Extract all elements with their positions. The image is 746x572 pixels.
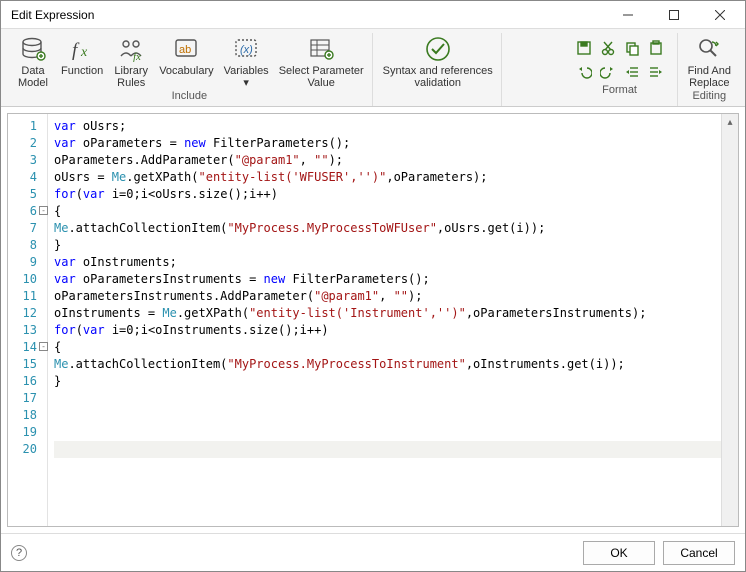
line-number-gutter: 123456-7891011121314-151617181920 <box>8 114 48 526</box>
save-button[interactable] <box>573 37 595 59</box>
database-icon <box>17 35 49 63</box>
vertical-scrollbar[interactable]: ▴ <box>721 114 738 526</box>
ribbon-toolbar: Data Model fx Function fx Library Rules … <box>1 29 745 107</box>
line-number: 10 <box>8 271 47 288</box>
help-icon[interactable]: ? <box>11 545 27 561</box>
code-line[interactable]: var oInstruments; <box>54 254 732 271</box>
variables-button[interactable]: (x) Variables ▾ <box>220 33 273 89</box>
line-number: 12 <box>8 305 47 322</box>
group-label-editing: Editing <box>684 89 735 104</box>
undo-button[interactable] <box>573 61 595 83</box>
paste-button[interactable] <box>645 37 667 59</box>
code-line[interactable]: oInstruments = Me.getXPath("entity-list(… <box>54 305 732 322</box>
code-line[interactable]: oParameters.AddParameter("@param1", ""); <box>54 152 732 169</box>
window-title: Edit Expression <box>11 8 605 22</box>
code-line[interactable]: { <box>54 339 732 356</box>
dialog-footer: ? OK Cancel <box>1 533 745 571</box>
code-line[interactable]: var oUsrs; <box>54 118 732 135</box>
library-rules-button[interactable]: fx Library Rules <box>109 33 153 89</box>
ribbon-group-include: Data Model fx Function fx Library Rules … <box>7 33 373 106</box>
group-label-include: Include <box>11 89 368 104</box>
code-line[interactable]: for(var i=0;i<oUsrs.size();i++) <box>54 186 732 203</box>
find-replace-button[interactable]: Find And Replace <box>684 33 735 89</box>
syntax-validation-button[interactable]: Syntax and references validation <box>379 33 497 89</box>
code-line[interactable] <box>54 407 732 424</box>
fold-toggle-icon[interactable]: - <box>39 206 48 215</box>
code-line[interactable] <box>54 424 732 441</box>
copy-button[interactable] <box>621 37 643 59</box>
line-number: 7 <box>8 220 47 237</box>
parameter-icon <box>305 35 337 63</box>
code-line[interactable]: { <box>54 203 732 220</box>
line-number: 2 <box>8 135 47 152</box>
svg-text:ab: ab <box>179 44 191 56</box>
fold-toggle-icon[interactable]: - <box>39 342 48 351</box>
code-line[interactable]: } <box>54 237 732 254</box>
line-number: 16 <box>8 373 47 390</box>
cut-button[interactable] <box>597 37 619 59</box>
line-number: 3 <box>8 152 47 169</box>
outdent-button[interactable] <box>621 61 643 83</box>
svg-text:(x): (x) <box>240 44 253 56</box>
check-icon <box>422 35 454 63</box>
line-number: 1 <box>8 118 47 135</box>
maximize-button[interactable] <box>651 1 697 29</box>
code-line[interactable]: for(var i=0;i<oInstruments.size();i++) <box>54 322 732 339</box>
data-model-button[interactable]: Data Model <box>11 33 55 89</box>
line-number: 6- <box>8 203 47 220</box>
line-number: 8 <box>8 237 47 254</box>
code-editor[interactable]: 123456-7891011121314-151617181920 var oU… <box>7 113 739 527</box>
code-line[interactable]: var oParametersInstruments = new FilterP… <box>54 271 732 288</box>
variables-icon: (x) <box>230 35 262 63</box>
line-number: 5 <box>8 186 47 203</box>
line-number: 15 <box>8 356 47 373</box>
redo-button[interactable] <box>597 61 619 83</box>
code-line[interactable] <box>54 441 732 458</box>
code-line[interactable] <box>54 390 732 407</box>
line-number: 17 <box>8 390 47 407</box>
line-number: 13 <box>8 322 47 339</box>
code-line[interactable]: } <box>54 373 732 390</box>
line-number: 9 <box>8 254 47 271</box>
indent-button[interactable] <box>645 61 667 83</box>
line-number: 20 <box>8 441 47 458</box>
code-line[interactable]: oParametersInstruments.AddParameter("@pa… <box>54 288 732 305</box>
find-replace-icon <box>693 35 725 63</box>
select-parameter-button[interactable]: Select Parameter Value <box>275 33 368 89</box>
svg-text:x: x <box>80 45 88 60</box>
minimize-button[interactable] <box>605 1 651 29</box>
title-bar: Edit Expression <box>1 1 745 29</box>
library-rules-icon: fx <box>115 35 147 63</box>
svg-text:f: f <box>72 40 80 61</box>
svg-text:fx: fx <box>133 51 141 62</box>
code-area[interactable]: var oUsrs;var oParameters = new FilterPa… <box>48 114 738 526</box>
code-line[interactable]: Me.attachCollectionItem("MyProcess.MyPro… <box>54 356 732 373</box>
code-line[interactable]: var oParameters = new FilterParameters()… <box>54 135 732 152</box>
close-button[interactable] <box>697 1 743 29</box>
function-icon: fx <box>66 35 98 63</box>
vocabulary-button[interactable]: ab Vocabulary <box>155 33 217 89</box>
code-line[interactable]: oUsrs = Me.getXPath("entity-list('WFUSER… <box>54 169 732 186</box>
group-label-format: Format <box>567 83 673 98</box>
cancel-button[interactable]: Cancel <box>663 541 735 565</box>
code-line[interactable]: Me.attachCollectionItem("MyProcess.MyPro… <box>54 220 732 237</box>
scroll-up-icon[interactable]: ▴ <box>722 114 738 131</box>
ribbon-group-editing: Find And Replace Editing <box>680 33 739 106</box>
line-number: 19 <box>8 424 47 441</box>
line-number: 4 <box>8 169 47 186</box>
function-button[interactable]: fx Function <box>57 33 107 89</box>
line-number: 14- <box>8 339 47 356</box>
line-number: 18 <box>8 407 47 424</box>
ribbon-group-validate: Syntax and references validation <box>375 33 502 106</box>
line-number: 11 <box>8 288 47 305</box>
vocabulary-icon: ab <box>170 35 202 63</box>
ribbon-group-format: Format <box>563 33 678 106</box>
ok-button[interactable]: OK <box>583 541 655 565</box>
